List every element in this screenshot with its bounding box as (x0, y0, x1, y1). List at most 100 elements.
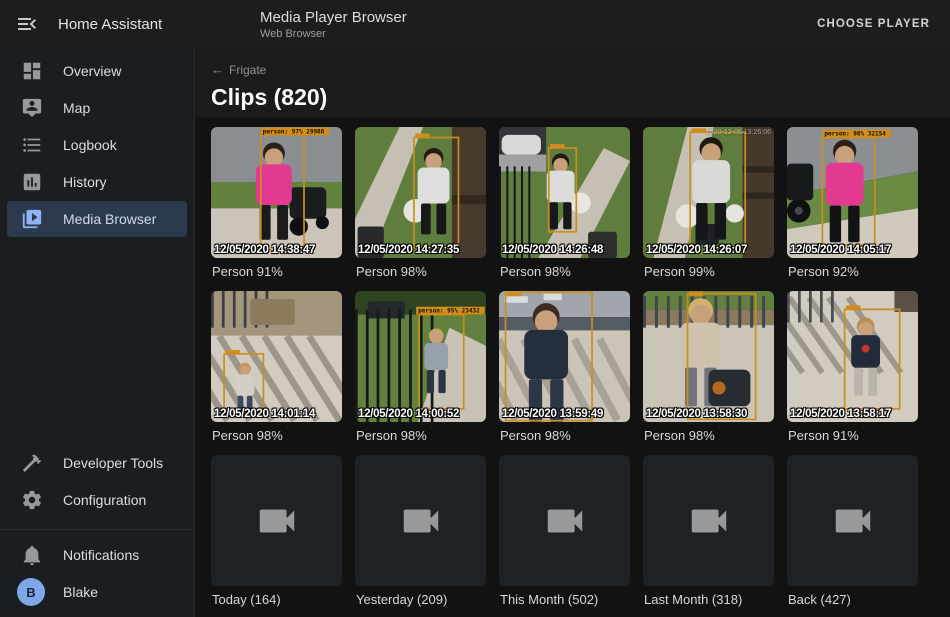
folder-thumbnail[interactable] (355, 455, 486, 586)
clip-timestamp: 12/05/2020 13:58:17 (790, 408, 891, 420)
clip-caption: Person 98% (356, 264, 486, 279)
folder-thumbnail[interactable] (787, 455, 918, 586)
folder-thumbnail[interactable] (211, 455, 342, 586)
sidebar-item-notifications[interactable]: Notifications (7, 537, 187, 573)
clip-tile[interactable]: 12/05/2020 13:59:49 Person 98% (499, 291, 630, 443)
cog-icon (21, 489, 43, 511)
hammer-icon (21, 452, 43, 474)
clip-scene (787, 291, 918, 422)
clip-tile[interactable]: 12/05/2020 13:58:30 Person 98% (643, 291, 774, 443)
clip-thumbnail[interactable]: person: 96% 3215412/05/2020 14:05:17 (787, 127, 918, 258)
clip-caption: Person 98% (212, 428, 342, 443)
top-bar-left: Home Assistant (0, 12, 195, 36)
avatar: B (17, 578, 45, 606)
clip-scene (499, 291, 630, 422)
chart-box-icon (21, 171, 43, 193)
clip-caption: Person 98% (356, 428, 486, 443)
video-camera-icon (398, 498, 444, 544)
user-name: Blake (63, 584, 98, 600)
clip-scene (643, 127, 774, 258)
breadcrumb-label: Frigate (229, 63, 266, 77)
clip-scene (355, 127, 486, 258)
format-list-bulleted-icon (21, 134, 43, 156)
sidebar-toggle-icon[interactable] (15, 12, 39, 36)
sidebar-item-user[interactable]: B Blake (7, 574, 187, 610)
sidebar-tools-list: Developer ToolsConfiguration (0, 444, 194, 519)
breadcrumb[interactable]: ← Frigate (211, 62, 266, 77)
app-title: Home Assistant (58, 16, 162, 33)
clip-timestamp: 12/05/2020 14:27:35 (358, 244, 459, 256)
view-dashboard-icon (21, 60, 43, 82)
clip-thumbnail[interactable]: 12/05/2020 13:58:17 (787, 291, 918, 422)
sidebar-item-label: Overview (63, 63, 121, 79)
clip-caption: Person 91% (788, 428, 918, 443)
video-camera-icon (830, 498, 876, 544)
play-box-multiple-icon (21, 208, 43, 230)
clip-tile[interactable]: person: 97% 2998812/05/2020 14:38:47Pers… (211, 127, 342, 279)
sidebar-item-logbook[interactable]: Logbook (7, 127, 187, 163)
sidebar-item-media-browser[interactable]: Media Browser (7, 201, 187, 237)
clip-thumbnail[interactable]: 12/05/2020 13:59:49 (499, 291, 630, 422)
folder-label: Back (427) (788, 592, 918, 607)
clip-thumbnail[interactable]: 12/05/2020 14:27:35 (355, 127, 486, 258)
folder-tile-yesterday[interactable]: Yesterday (209) (355, 455, 486, 607)
clips-grid: person: 97% 29988 12/05/2020 14:38:47 Pers… (195, 117, 950, 607)
sidebar-item-label: Media Browser (63, 211, 156, 227)
clip-caption: Person 98% (644, 428, 774, 443)
folder-tile-back[interactable]: Back (427) (787, 455, 918, 607)
folder-tile-last-month[interactable]: Last Month (318) (643, 455, 774, 607)
clip-thumbnail[interactable]: 12/05/2020 14:01:14 (211, 291, 342, 422)
clip-tile[interactable]: 12/05/2020 14:27:35 Person 98% (355, 127, 486, 279)
clip-timestamp: 12/05/2020 14:26:07 (646, 244, 747, 256)
camera-corner-timestamp: 2020-12-05 13:26:06 (706, 129, 771, 136)
clip-thumbnail[interactable]: 2020-12-05 13:26:06 12/05/2020 14:26:07 (643, 127, 774, 258)
clip-scene (643, 291, 774, 422)
sidebar-item-history[interactable]: History (7, 164, 187, 200)
panel-title-block: Media Player Browser Web Browser (260, 9, 407, 40)
sidebar-item-map[interactable]: Map (7, 90, 187, 126)
clip-caption: Person 99% (644, 264, 774, 279)
video-camera-icon (686, 498, 732, 544)
back-arrow-icon: ← (211, 62, 224, 77)
clip-caption: Person 98% (500, 428, 630, 443)
main-content: ← Frigate Clips (820) person: 97% 29988 1… (195, 48, 950, 617)
clip-caption: Person 92% (788, 264, 918, 279)
clip-tile[interactable]: person: 95% 2343212/05/2020 14:00:52 Pers… (355, 291, 486, 443)
choose-player-button[interactable]: CHOOSE PLAYER (813, 12, 934, 36)
clip-tile[interactable]: 2020-12-05 13:26:06 12/05/2020 14:26:07 Pe… (643, 127, 774, 279)
clip-scene: person: 96% 32154 (787, 127, 918, 258)
folder-tile-this-month[interactable]: This Month (502) (499, 455, 630, 607)
clip-tile[interactable]: 12/05/2020 14:26:48 Person 98% (499, 127, 630, 279)
clip-thumbnail[interactable]: person: 97% 29988 12/05/2020 14:38:47 (211, 127, 342, 258)
svg-text:person: 96% 32154: person: 96% 32154 (824, 131, 886, 138)
clip-caption: Person 98% (500, 264, 630, 279)
sidebar-item-developer-tools[interactable]: Developer Tools (7, 445, 187, 481)
clip-thumbnail[interactable]: 12/05/2020 14:26:48 (499, 127, 630, 258)
sidebar-item-overview[interactable]: Overview (7, 53, 187, 89)
clip-timestamp: 12/05/2020 14:26:48 (502, 244, 603, 256)
media-browser-header: ← Frigate Clips (820) (195, 48, 950, 117)
folder-thumbnail[interactable] (643, 455, 774, 586)
clip-scene (499, 127, 630, 258)
bell-icon (21, 544, 43, 566)
clip-thumbnail[interactable]: 12/05/2020 13:58:30 (643, 291, 774, 422)
panel-title: Media Player Browser (260, 9, 407, 26)
folder-thumbnail[interactable] (499, 455, 630, 586)
app-window: Home Assistant Media Player Browser Web … (0, 0, 950, 617)
svg-text:person: 97% 29988: person: 97% 29988 (263, 129, 325, 136)
folder-tile-today[interactable]: Today (164) (211, 455, 342, 607)
video-camera-icon (254, 498, 300, 544)
sidebar-spacer (0, 238, 194, 444)
folder-label: Last Month (318) (644, 592, 774, 607)
clip-tile[interactable]: 12/05/2020 14:01:14 Person 98% (211, 291, 342, 443)
sidebar-item-configuration[interactable]: Configuration (7, 482, 187, 518)
sidebar-item-label: Notifications (63, 547, 139, 563)
video-camera-icon (542, 498, 588, 544)
clip-tile[interactable]: person: 96% 3215412/05/2020 14:05:17 Pers… (787, 127, 918, 279)
clip-scene (211, 291, 342, 422)
clip-tile[interactable]: 12/05/2020 13:58:17 Person 91% (787, 291, 918, 443)
folder-label: This Month (502) (500, 592, 630, 607)
clip-thumbnail[interactable]: person: 95% 2343212/05/2020 14:00:52 (355, 291, 486, 422)
clip-timestamp: 12/05/2020 14:38:47 (214, 244, 315, 256)
top-bar: Home Assistant Media Player Browser Web … (0, 0, 950, 48)
